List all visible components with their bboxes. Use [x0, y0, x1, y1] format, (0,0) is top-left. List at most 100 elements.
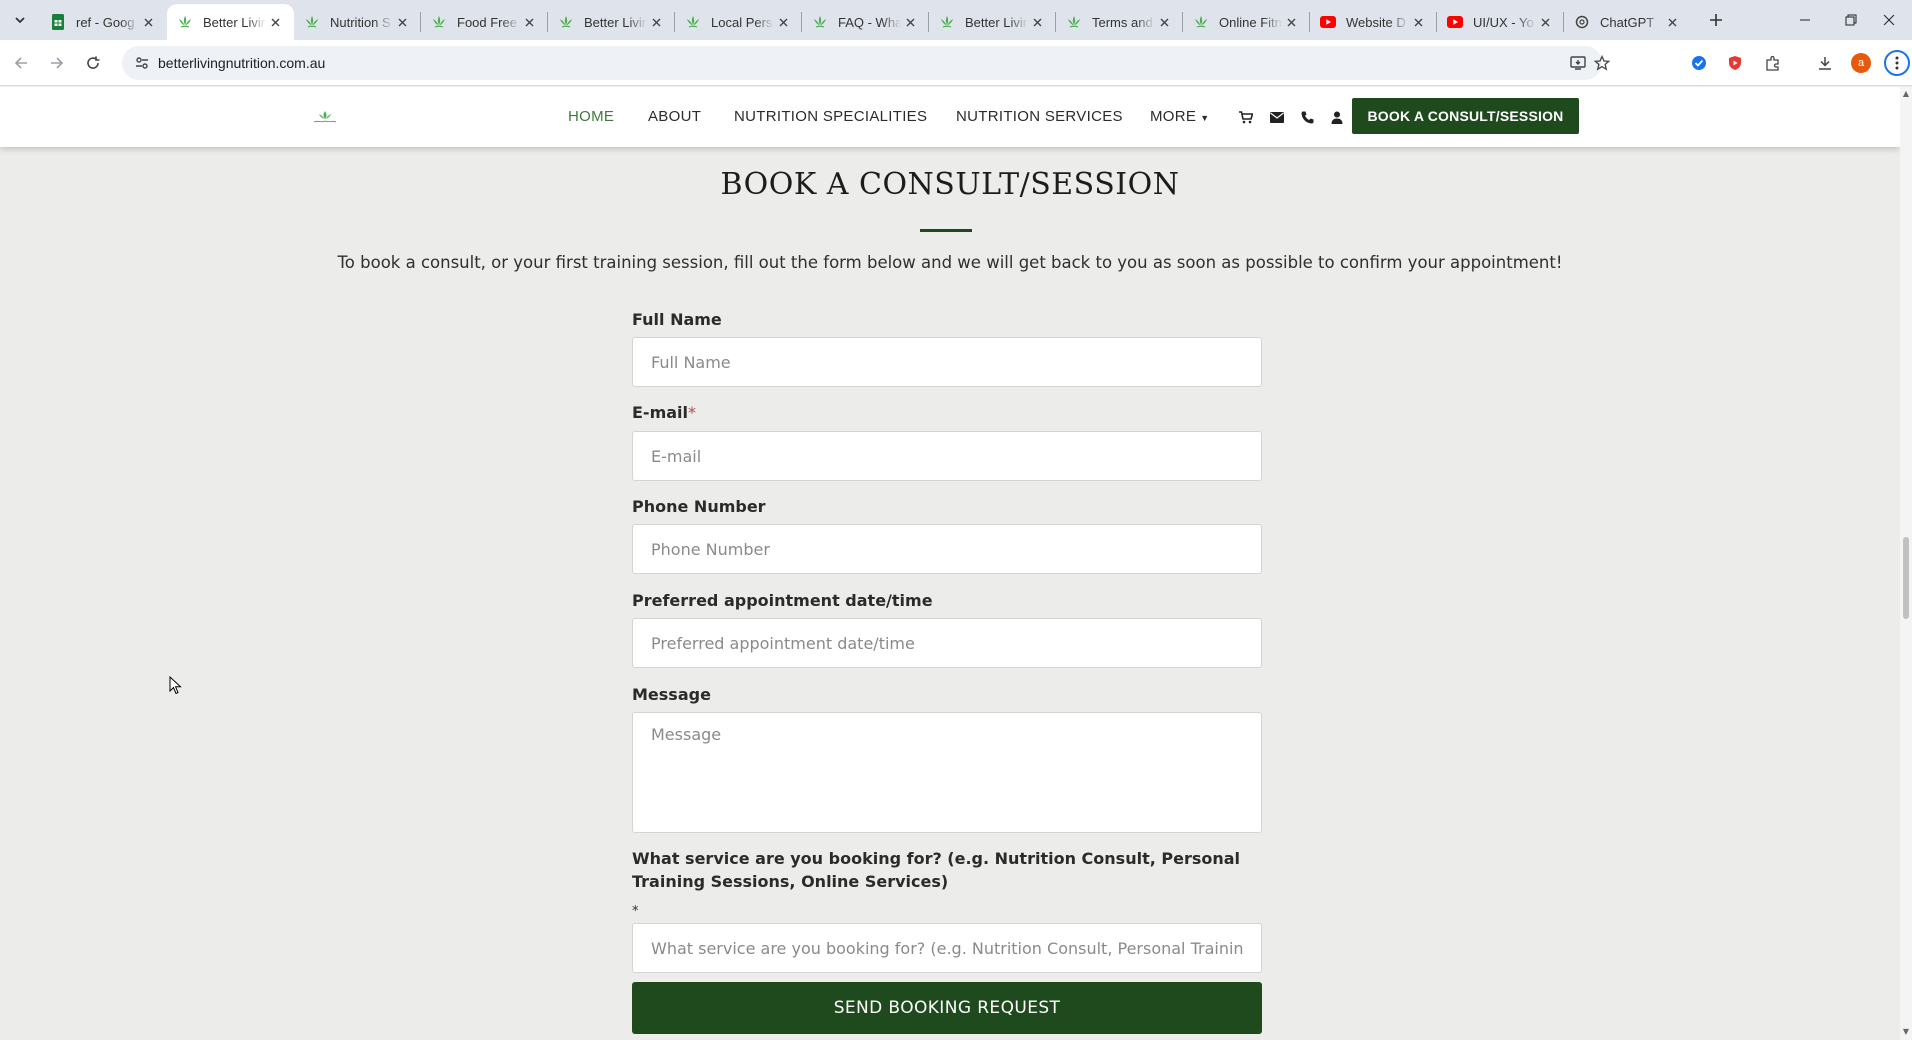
site-info-icon[interactable]: [132, 53, 152, 73]
plus-icon: [1710, 14, 1722, 26]
youtube-icon: [1447, 14, 1463, 30]
chatgpt-icon: [1574, 14, 1590, 30]
send-booking-request-button[interactable]: SEND BOOKING REQUEST: [632, 982, 1262, 1034]
browser-menu-button[interactable]: [1884, 50, 1910, 76]
tab-title: Better Livin: [965, 14, 1028, 30]
browser-tab[interactable]: Local Pers: [675, 4, 802, 40]
sheets-icon: [50, 14, 66, 30]
restore-icon: [1845, 14, 1857, 26]
close-tab-icon[interactable]: [266, 13, 284, 31]
youtube-icon: [1320, 14, 1336, 30]
profile-initial: a: [1851, 53, 1871, 73]
close-tab-icon[interactable]: [393, 13, 411, 31]
scroll-down-arrow-icon[interactable]: ▼: [1902, 1027, 1910, 1037]
tab-separator: [420, 12, 421, 32]
extensions-puzzle-icon[interactable]: [1762, 52, 1784, 74]
close-tab-icon[interactable]: [1409, 13, 1427, 31]
page-title: BOOK A CONSULT/SESSION: [720, 167, 1180, 202]
cart-icon[interactable]: [1238, 109, 1254, 125]
message-textarea[interactable]: [632, 712, 1262, 833]
tab-separator: [801, 12, 802, 32]
url-text[interactable]: betterlivingnutrition.com.au: [158, 46, 325, 80]
extension-blue-icon[interactable]: [1688, 52, 1710, 74]
browser-tab[interactable]: FAQ - Wha: [802, 4, 929, 40]
leaf-icon: [1193, 14, 1209, 30]
close-tab-icon[interactable]: [1663, 13, 1681, 31]
tab-title: UI/UX - Yo: [1473, 14, 1534, 30]
header-book-button[interactable]: BOOK A CONSULT/SESSION: [1352, 98, 1579, 134]
nav-nutrition-specialities[interactable]: NUTRITION SPECIALITIES: [734, 87, 927, 147]
close-tab-icon[interactable]: [1028, 13, 1046, 31]
leaf-icon: [304, 14, 320, 30]
browser-tab[interactable]: Website D: [1310, 4, 1437, 40]
extension-red-icon[interactable]: [1724, 52, 1746, 74]
bookmark-star-icon[interactable]: [1592, 53, 1612, 73]
install-app-icon[interactable]: [1568, 53, 1588, 73]
tab-title: Terms and: [1092, 14, 1153, 30]
full-name-input[interactable]: [632, 337, 1262, 387]
service-input[interactable]: [632, 923, 1262, 973]
email-input[interactable]: [632, 431, 1262, 481]
minimize-icon: [1800, 19, 1810, 21]
nav-home[interactable]: HOME: [568, 87, 614, 147]
tab-separator: [674, 12, 675, 32]
address-bar[interactable]: betterlivingnutrition.com.au: [122, 46, 1610, 80]
browser-tab[interactable]: Food Free: [421, 4, 548, 40]
intro-text: To book a consult, or your first trainin…: [337, 253, 1563, 272]
profile-avatar[interactable]: a: [1850, 52, 1872, 74]
close-tab-icon[interactable]: [1155, 13, 1173, 31]
email-label-text: E-mail: [632, 403, 689, 422]
close-tab-icon[interactable]: [1282, 13, 1300, 31]
browser-tab[interactable]: Better Livin: [548, 4, 675, 40]
close-tab-icon[interactable]: [520, 13, 538, 31]
back-button[interactable]: [8, 50, 34, 76]
close-window-button[interactable]: [1866, 0, 1912, 40]
tab-separator: [1563, 12, 1564, 32]
reload-button[interactable]: [80, 50, 106, 76]
browser-tab[interactable]: Better Livin: [167, 4, 294, 40]
close-tab-icon[interactable]: [647, 13, 665, 31]
close-tab-icon[interactable]: [901, 13, 919, 31]
page-viewport: HOME ABOUT NUTRITION SPECIALITIES NUTRIT…: [0, 87, 1900, 1040]
browser-tab[interactable]: ChatGPT: [1564, 4, 1691, 40]
minimize-button[interactable]: [1782, 0, 1828, 40]
phone-label: Phone Number: [632, 497, 766, 516]
page-scrollbar[interactable]: ▲ ▼: [1900, 87, 1912, 1040]
tab-title: Food Free: [457, 14, 517, 30]
scroll-up-arrow-icon[interactable]: ▲: [1902, 89, 1910, 99]
tab-title: Better Livin: [203, 14, 266, 30]
tab-strip: ref - Goog Better Livin Nutrition S Food Fr…: [0, 0, 1912, 40]
mouse-cursor-icon: [169, 676, 182, 695]
nav-more[interactable]: MORE ▼: [1150, 87, 1209, 147]
scrollbar-thumb[interactable]: [1903, 537, 1909, 619]
browser-tab[interactable]: UI/UX - Yo: [1437, 4, 1564, 40]
required-asterisk: *: [688, 403, 697, 422]
nav-nutrition-services[interactable]: NUTRITION SERVICES: [956, 87, 1123, 147]
close-tab-icon[interactable]: [1536, 13, 1554, 31]
user-icon[interactable]: [1329, 109, 1345, 125]
tab-title: Online Fitn: [1219, 14, 1282, 30]
browser-tab[interactable]: Terms and: [1056, 4, 1183, 40]
phone-icon[interactable]: [1299, 109, 1315, 125]
browser-tab[interactable]: ref - Goog: [40, 4, 167, 40]
nav-about[interactable]: ABOUT: [648, 87, 701, 147]
download-icon[interactable]: [1814, 52, 1836, 74]
phone-input[interactable]: [632, 524, 1262, 574]
email-icon[interactable]: [1269, 109, 1285, 125]
site-logo[interactable]: [310, 107, 340, 127]
close-tab-icon[interactable]: [774, 13, 792, 31]
leaf-icon: [939, 14, 955, 30]
browser-tab[interactable]: Nutrition S: [294, 4, 421, 40]
leaf-icon: [1066, 14, 1082, 30]
appointment-input[interactable]: [632, 618, 1262, 668]
forward-button[interactable]: [44, 50, 70, 76]
leaf-icon: [431, 14, 447, 30]
browser-tab[interactable]: Online Fitn: [1183, 4, 1310, 40]
browser-tab[interactable]: Better Livin: [929, 4, 1056, 40]
kebab-menu-icon: [1895, 56, 1899, 70]
leaf-icon: [812, 14, 828, 30]
arrow-right-icon: [51, 57, 64, 69]
tab-search-button[interactable]: [8, 8, 32, 32]
new-tab-button[interactable]: [1704, 8, 1728, 32]
close-tab-icon[interactable]: [139, 13, 157, 31]
